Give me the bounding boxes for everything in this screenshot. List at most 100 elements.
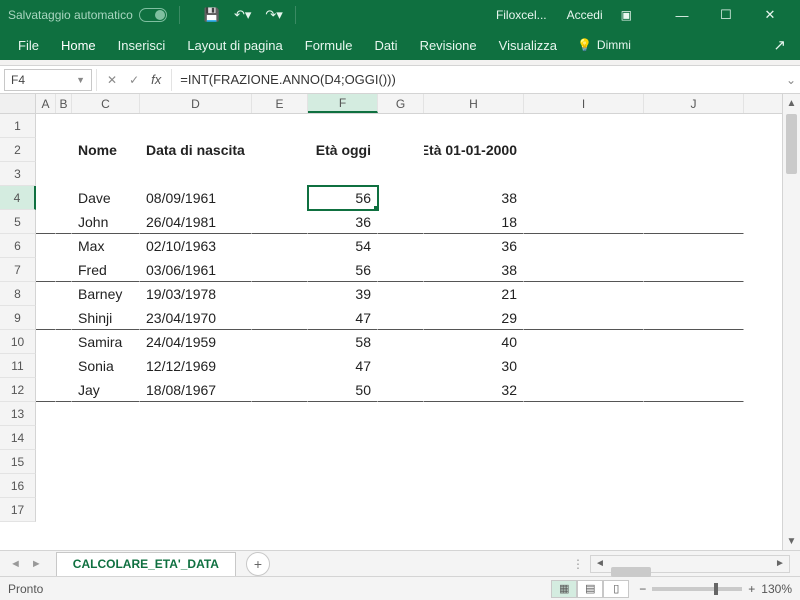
tab-visualizza[interactable]: Visualizza <box>489 32 567 59</box>
cell[interactable] <box>36 162 56 186</box>
column-header[interactable]: B <box>56 94 72 113</box>
cell[interactable]: Jay <box>72 378 140 402</box>
cell[interactable] <box>524 114 644 138</box>
cell[interactable] <box>252 138 308 162</box>
cell[interactable] <box>56 474 72 498</box>
cell[interactable] <box>140 450 252 474</box>
cell[interactable] <box>308 498 378 522</box>
row-header[interactable]: 7 <box>0 258 36 282</box>
cell[interactable]: 50 <box>308 378 378 402</box>
cell[interactable] <box>140 498 252 522</box>
tab-inserisci[interactable]: Inserisci <box>108 32 176 59</box>
cell[interactable] <box>252 306 308 330</box>
cell[interactable] <box>524 378 644 402</box>
scroll-left-icon[interactable]: ◄ <box>591 556 609 572</box>
cell[interactable] <box>36 354 56 378</box>
cell[interactable] <box>644 186 744 210</box>
fx-icon[interactable]: fx <box>151 72 161 87</box>
cell[interactable]: 12/12/1969 <box>140 354 252 378</box>
cell[interactable] <box>252 114 308 138</box>
cell[interactable] <box>308 450 378 474</box>
cell[interactable]: 18 <box>424 210 524 234</box>
cell[interactable]: Dave <box>72 186 140 210</box>
minimize-button[interactable]: — <box>660 0 704 30</box>
cell[interactable] <box>308 426 378 450</box>
cell[interactable] <box>644 210 744 234</box>
cell[interactable] <box>644 258 744 282</box>
cell[interactable] <box>252 282 308 306</box>
cell[interactable] <box>644 162 744 186</box>
cell[interactable] <box>36 306 56 330</box>
chevron-down-icon[interactable]: ▼ <box>76 75 85 85</box>
cell[interactable]: Sonia <box>72 354 140 378</box>
cell[interactable] <box>252 426 308 450</box>
cell[interactable]: 30 <box>424 354 524 378</box>
select-all-corner[interactable] <box>0 94 36 113</box>
row-header[interactable]: 6 <box>0 234 36 258</box>
cell[interactable]: 21 <box>424 282 524 306</box>
undo-icon[interactable]: ↶▾ <box>234 7 251 23</box>
cell[interactable] <box>524 138 644 162</box>
cell[interactable] <box>36 258 56 282</box>
cell[interactable] <box>524 450 644 474</box>
cell[interactable] <box>308 114 378 138</box>
cell[interactable] <box>72 498 140 522</box>
cell[interactable]: Fred <box>72 258 140 282</box>
cell[interactable] <box>378 402 424 426</box>
cell[interactable]: 03/06/1961 <box>140 258 252 282</box>
cell[interactable] <box>36 450 56 474</box>
cell[interactable] <box>524 162 644 186</box>
cell[interactable]: Barney <box>72 282 140 306</box>
cell[interactable] <box>252 162 308 186</box>
cell[interactable]: Shinji <box>72 306 140 330</box>
cell[interactable]: John <box>72 210 140 234</box>
tab-revisione[interactable]: Revisione <box>410 32 487 59</box>
save-icon[interactable]: 💾 <box>204 7 220 23</box>
cell[interactable]: 56 <box>308 186 378 210</box>
cell[interactable] <box>644 114 744 138</box>
normal-view-button[interactable]: ▦ <box>551 580 577 598</box>
column-header[interactable]: H <box>424 94 524 113</box>
cell[interactable] <box>36 426 56 450</box>
zoom-level[interactable]: 130% <box>761 582 792 596</box>
column-header[interactable]: A <box>36 94 56 113</box>
cell[interactable] <box>72 402 140 426</box>
column-header[interactable]: J <box>644 94 744 113</box>
cell[interactable]: Samira <box>72 330 140 354</box>
row-header[interactable]: 11 <box>0 354 36 378</box>
ribbon-display-icon[interactable]: ▣ <box>621 8 632 22</box>
cell[interactable]: 02/10/1963 <box>140 234 252 258</box>
row-header[interactable]: 10 <box>0 330 36 354</box>
row-header[interactable]: 12 <box>0 378 36 402</box>
cell[interactable]: Età oggi <box>308 138 378 162</box>
cell[interactable] <box>524 234 644 258</box>
cell[interactable] <box>56 138 72 162</box>
cell[interactable] <box>378 450 424 474</box>
cell[interactable] <box>36 330 56 354</box>
scroll-down-icon[interactable]: ▼ <box>783 532 800 550</box>
cell[interactable] <box>252 258 308 282</box>
cell[interactable]: 40 <box>424 330 524 354</box>
formula-input[interactable] <box>172 69 782 91</box>
page-break-button[interactable]: ▯ <box>603 580 629 598</box>
column-header[interactable]: I <box>524 94 644 113</box>
cell[interactable] <box>524 306 644 330</box>
toggle-off-icon[interactable] <box>139 8 167 22</box>
cell[interactable]: 58 <box>308 330 378 354</box>
cell[interactable] <box>524 474 644 498</box>
cell[interactable] <box>524 402 644 426</box>
cell[interactable] <box>644 234 744 258</box>
cell[interactable] <box>424 474 524 498</box>
cell[interactable] <box>424 114 524 138</box>
cell[interactable] <box>56 426 72 450</box>
cell[interactable] <box>140 162 252 186</box>
cell[interactable] <box>140 474 252 498</box>
cell[interactable]: Nome <box>72 138 140 162</box>
cell[interactable] <box>36 402 56 426</box>
cell[interactable] <box>524 186 644 210</box>
row-header[interactable]: 4 <box>0 186 36 210</box>
cell[interactable] <box>308 474 378 498</box>
cell[interactable] <box>36 498 56 522</box>
cell[interactable] <box>378 234 424 258</box>
cell[interactable] <box>140 426 252 450</box>
